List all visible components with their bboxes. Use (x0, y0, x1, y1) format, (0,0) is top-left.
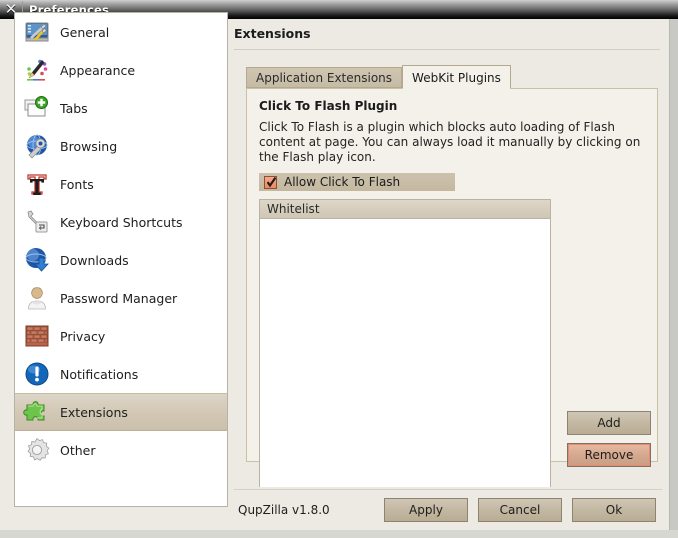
sidebar-item-other[interactable]: Other (15, 431, 227, 469)
whitelist-rows[interactable] (260, 219, 550, 487)
sidebar-item-label: Downloads (60, 252, 129, 268)
general-icon (23, 18, 51, 46)
sidebar-item-label: Other (60, 442, 96, 458)
tab-webkit-plugins[interactable]: WebKit Plugins (402, 65, 511, 89)
password-manager-icon (23, 284, 51, 312)
other-icon (23, 436, 51, 464)
checkmark-icon (267, 176, 276, 187)
allow-click-to-flash-checkbox[interactable] (264, 175, 277, 189)
appearance-icon (23, 56, 51, 84)
click-to-flash-groupbox: Click To Flash Plugin Click To Flash is … (246, 88, 658, 487)
whitelist-column-header[interactable]: Whitelist (260, 200, 550, 219)
window-right-edge (669, 19, 678, 530)
tabs-icon (23, 94, 51, 122)
sidebar-item-label: Tabs (60, 100, 88, 116)
sidebar-item-label: Privacy (60, 328, 106, 344)
page-title: Extensions (234, 26, 311, 41)
remove-button[interactable]: Remove (567, 443, 651, 467)
groupbox-title: Click To Flash Plugin (259, 99, 398, 113)
window-bottom-edge (0, 530, 678, 538)
sidebar-item-privacy[interactable]: Privacy (15, 317, 227, 355)
extensions-icon (23, 398, 51, 426)
sidebar-item-label: General (60, 24, 110, 40)
allow-click-to-flash-label: Allow Click To Flash (284, 175, 401, 189)
tab-bar: Application Extensions WebKit Plugins (232, 65, 662, 89)
sidebar-item-tabs[interactable]: Tabs (15, 89, 227, 127)
preferences-window: ✕ Preferences General Appearance Tabs Br… (0, 0, 678, 538)
sidebar-item-keyboard-shortcuts[interactable]: Keyboard Shortcuts (15, 203, 227, 241)
sidebar-item-extensions[interactable]: Extensions (15, 393, 227, 431)
dialog-footer: QupZilla v1.8.0 Apply Cancel Ok (234, 490, 670, 530)
preferences-sidebar[interactable]: General Appearance Tabs Browsing Fonts K… (14, 12, 228, 507)
cancel-button[interactable]: Cancel (478, 498, 562, 522)
sidebar-item-appearance[interactable]: Appearance (15, 51, 227, 89)
sidebar-item-notifications[interactable]: Notifications (15, 355, 227, 393)
sidebar-item-label: Fonts (60, 176, 94, 192)
title-divider (234, 49, 660, 50)
allow-click-to-flash-row[interactable]: Allow Click To Flash (259, 173, 455, 191)
add-button[interactable]: Add (567, 411, 651, 435)
privacy-icon (23, 322, 51, 350)
notifications-icon (23, 360, 51, 388)
sidebar-item-label: Keyboard Shortcuts (60, 214, 183, 230)
browsing-icon (23, 132, 51, 160)
dialog-button-box: Apply Cancel Ok (384, 498, 670, 522)
sidebar-item-fonts[interactable]: Fonts (15, 165, 227, 203)
sidebar-item-label: Browsing (60, 138, 118, 154)
preferences-pane: Extensions Application Extensions WebKit… (232, 12, 662, 507)
apply-button[interactable]: Apply (384, 498, 468, 522)
sidebar-item-label: Password Manager (60, 290, 178, 306)
sidebar-item-label: Appearance (60, 62, 136, 78)
sidebar-item-label: Notifications (60, 366, 139, 382)
sidebar-item-general[interactable]: General (15, 13, 227, 51)
downloads-icon (23, 246, 51, 274)
keyboard-shortcuts-icon (23, 208, 51, 236)
fonts-icon (23, 170, 51, 198)
groupbox-description: Click To Flash is a plugin which blocks … (259, 120, 641, 164)
sidebar-item-downloads[interactable]: Downloads (15, 241, 227, 279)
sidebar-item-password-manager[interactable]: Password Manager (15, 279, 227, 317)
whitelist-listbox[interactable]: Whitelist (259, 199, 551, 487)
version-label: QupZilla v1.8.0 (238, 503, 330, 517)
tab-application-extensions[interactable]: Application Extensions (246, 67, 403, 88)
sidebar-item-label: Extensions (60, 404, 128, 420)
sidebar-item-browsing[interactable]: Browsing (15, 127, 227, 165)
ok-button[interactable]: Ok (572, 498, 656, 522)
whitelist-buttons: Add Remove (567, 411, 651, 467)
